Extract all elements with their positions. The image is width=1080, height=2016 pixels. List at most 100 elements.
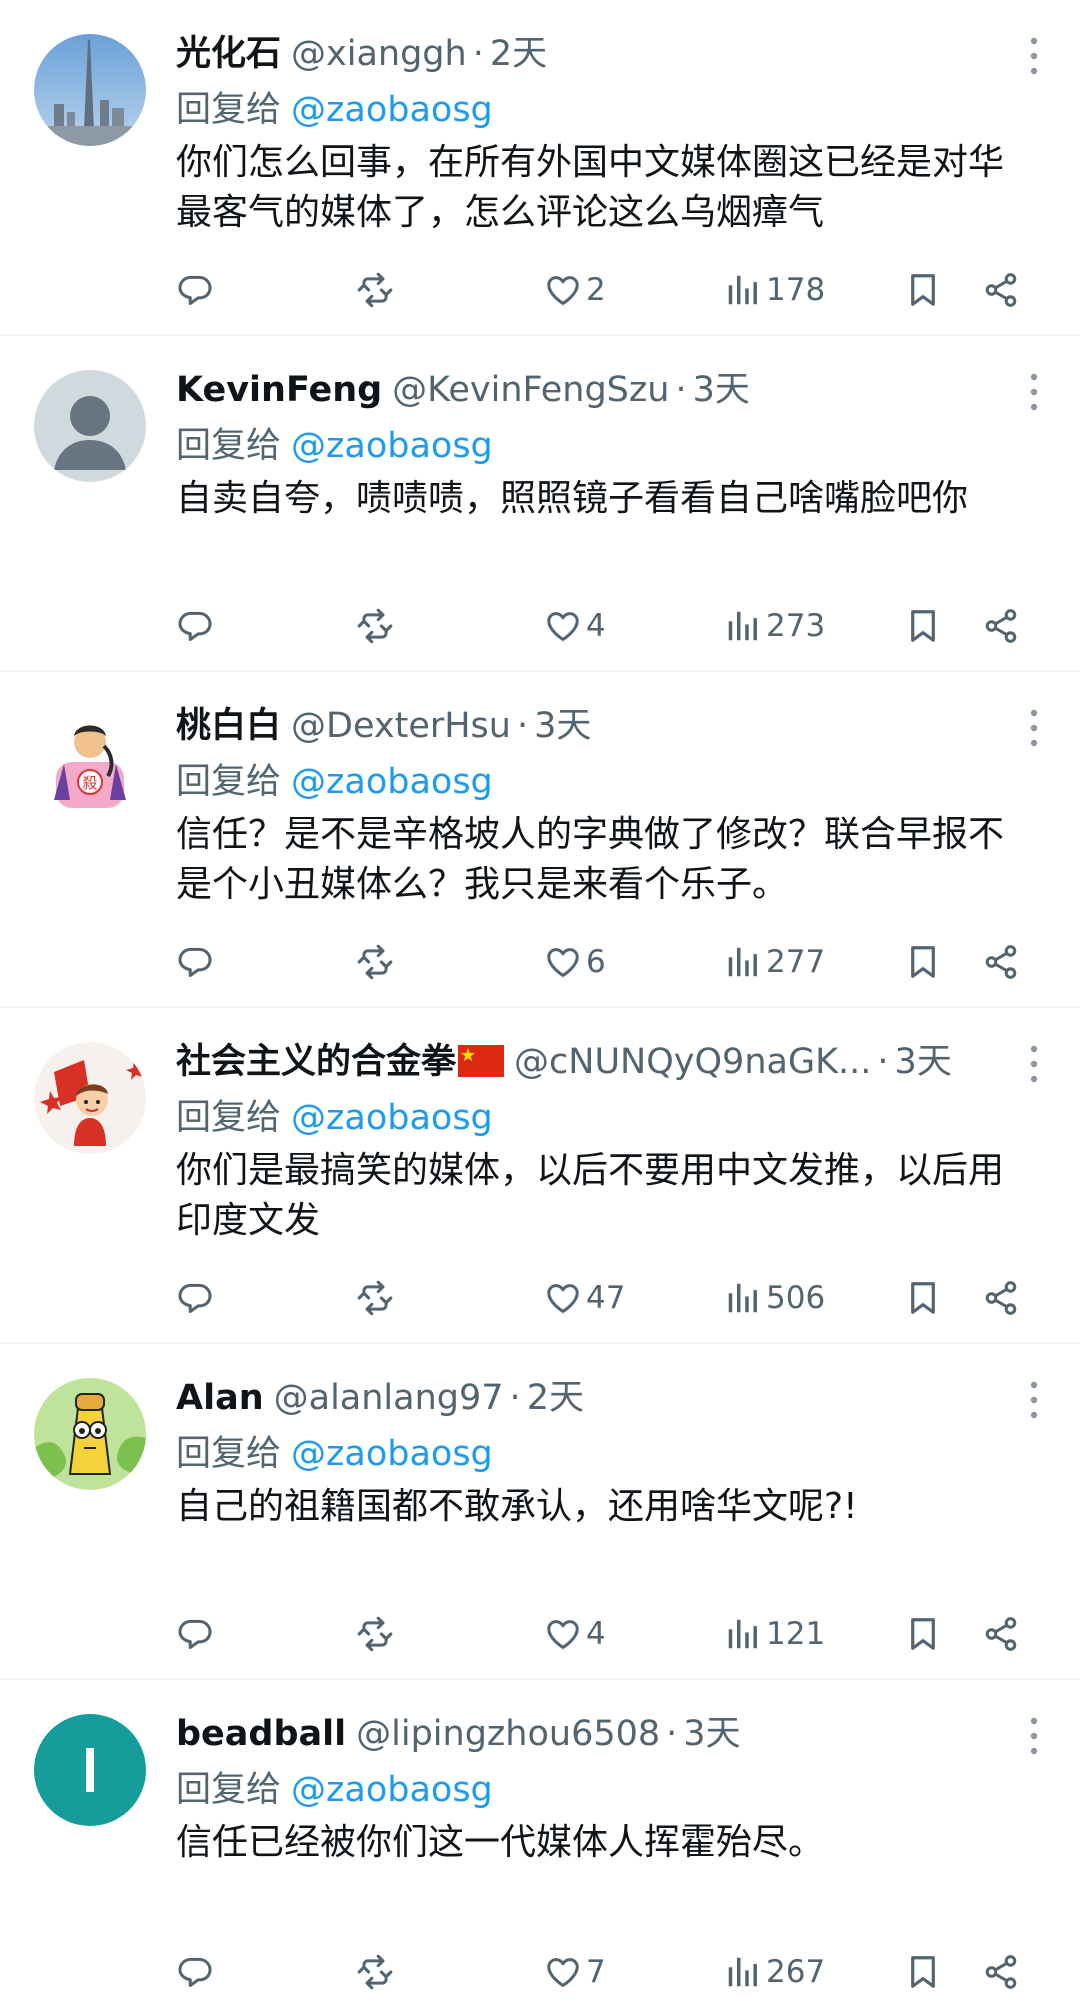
share-button[interactable] (982, 1276, 1020, 1320)
reply-item[interactable]: 社会主义的合金拳 @cNUNQyQ9naGK... · 3天 回复给 @zaobaosg 你… (0, 1008, 1080, 1344)
timestamp[interactable]: 2天 (527, 1378, 584, 1418)
more-options-icon[interactable] (1022, 706, 1046, 750)
retweet-button[interactable] (356, 1276, 394, 1320)
user-handle[interactable]: @cNUNQyQ9naGK... (514, 1042, 871, 1082)
user-handle[interactable]: @KevinFengSzu (392, 370, 669, 410)
action-bar: 6 277 (176, 940, 1046, 984)
like-button[interactable]: 4 (544, 1612, 606, 1656)
view-count: 121 (766, 1616, 826, 1652)
display-name[interactable]: beadball (176, 1714, 346, 1754)
replying-to-mention[interactable]: @zaobaosg (291, 426, 493, 466)
view-count: 178 (766, 272, 826, 308)
timestamp[interactable]: 3天 (534, 706, 591, 746)
retweet-button[interactable] (356, 1612, 394, 1656)
share-button[interactable] (982, 1612, 1020, 1656)
replying-to-mention[interactable]: @zaobaosg (291, 1098, 493, 1138)
like-button[interactable]: 2 (544, 268, 606, 312)
share-button[interactable] (982, 268, 1020, 312)
timestamp[interactable]: 3天 (693, 370, 750, 410)
share-icon (982, 1279, 1020, 1317)
reply-button[interactable] (176, 1276, 214, 1320)
like-count: 47 (586, 1280, 626, 1316)
replying-to-mention[interactable]: @zaobaosg (291, 1770, 493, 1810)
city-skyline-avatar[interactable] (34, 34, 146, 146)
cartoon-kid-flag-avatar[interactable] (34, 1042, 146, 1154)
reply-button[interactable] (176, 940, 214, 984)
user-handle[interactable]: @DexterHsu (291, 706, 511, 746)
reply-text: 自卖自夸，啧啧啧，照照镜子看看自己啥嘴脸吧你 (176, 478, 969, 519)
bookmark-button[interactable] (904, 604, 942, 648)
bookmark-button[interactable] (904, 1950, 942, 1994)
heart-icon (544, 1279, 582, 1317)
replying-to-mention[interactable]: @zaobaosg (291, 762, 493, 802)
default-person-avatar[interactable] (34, 370, 146, 482)
views-button[interactable]: 506 (724, 1276, 825, 1320)
more-options-icon[interactable] (1022, 1714, 1046, 1758)
retweet-button[interactable] (356, 1950, 394, 1994)
cartoon-character-avatar[interactable]: 殺 (34, 706, 146, 818)
retweet-icon (356, 607, 394, 645)
like-button[interactable]: 7 (544, 1950, 606, 1994)
yellow-creature-avatar[interactable] (34, 1378, 146, 1490)
reply-icon (176, 1615, 214, 1653)
display-name[interactable]: 光化石 (176, 34, 281, 74)
like-button[interactable]: 47 (544, 1276, 625, 1320)
more-options-icon[interactable] (1022, 370, 1046, 414)
reply-item[interactable]: 殺桃白白 @DexterHsu · 3天 回复给 @zaobaosg 信任？是不是辛格坡人的… (0, 672, 1080, 1008)
bar-chart-icon (724, 1953, 762, 1991)
reply-button[interactable] (176, 1612, 214, 1656)
more-options-icon[interactable] (1022, 1378, 1046, 1422)
reply-item[interactable]: KevinFeng @KevinFengSzu · 3天 回复给 @zaobaosg 自卖自… (0, 336, 1080, 672)
user-handle[interactable]: @lipingzhou6508 (356, 1714, 660, 1754)
share-button[interactable] (982, 1950, 1020, 1994)
action-bar: 2 178 (176, 268, 1046, 312)
letter-avatar[interactable] (34, 1714, 146, 1826)
reply-button[interactable] (176, 604, 214, 648)
display-name[interactable]: KevinFeng (176, 370, 382, 410)
timestamp[interactable]: 2天 (490, 34, 547, 74)
user-handle[interactable]: @xianggh (291, 34, 467, 74)
like-button[interactable]: 4 (544, 604, 606, 648)
reply-content: 光化石 @xianggh · 2天 回复给 @zaobaosg 你们怎么回事，在所有外国中文… (176, 26, 1010, 238)
views-button[interactable]: 277 (724, 940, 825, 984)
reply-header: KevinFeng @KevinFengSzu · 3天 (176, 362, 1010, 418)
bookmark-icon (904, 943, 942, 981)
bookmark-button[interactable] (904, 268, 942, 312)
bookmark-icon (904, 271, 942, 309)
retweet-icon (356, 1279, 394, 1317)
share-button[interactable] (982, 940, 1020, 984)
reply-button[interactable] (176, 1950, 214, 1994)
heart-icon (544, 1615, 582, 1653)
share-button[interactable] (982, 604, 1020, 648)
reply-item[interactable]: Alan @alanlang97 · 2天 回复给 @zaobaosg 自己的祖籍国都不敢承… (0, 1344, 1080, 1680)
reply-item[interactable]: 光化石 @xianggh · 2天 回复给 @zaobaosg 你们怎么回事，在所有外国中文… (0, 0, 1080, 336)
bookmark-button[interactable] (904, 1276, 942, 1320)
views-button[interactable]: 178 (724, 268, 825, 312)
user-handle[interactable]: @alanlang97 (274, 1378, 504, 1418)
more-options-icon[interactable] (1022, 1042, 1046, 1086)
retweet-button[interactable] (356, 940, 394, 984)
bookmark-button[interactable] (904, 1612, 942, 1656)
like-count: 4 (586, 608, 606, 644)
views-button[interactable]: 273 (724, 604, 825, 648)
retweet-button[interactable] (356, 268, 394, 312)
reply-button[interactable] (176, 268, 214, 312)
replying-to-mention[interactable]: @zaobaosg (291, 90, 493, 130)
share-icon (982, 271, 1020, 309)
like-count: 2 (586, 272, 606, 308)
view-count: 506 (766, 1280, 826, 1316)
more-options-icon[interactable] (1022, 34, 1046, 78)
views-button[interactable]: 121 (724, 1612, 825, 1656)
like-button[interactable]: 6 (544, 940, 606, 984)
retweet-button[interactable] (356, 604, 394, 648)
timestamp[interactable]: 3天 (683, 1714, 740, 1754)
reply-item[interactable]: beadball @lipingzhou6508 · 3天 回复给 @zaobaosg 信任… (0, 1680, 1080, 2016)
display-name[interactable]: Alan (176, 1378, 264, 1418)
timestamp[interactable]: 3天 (895, 1042, 952, 1082)
display-name[interactable]: 桃白白 (176, 706, 281, 746)
bookmark-button[interactable] (904, 940, 942, 984)
views-button[interactable]: 267 (724, 1950, 825, 1994)
display-name[interactable]: 社会主义的合金拳 (176, 1042, 456, 1082)
replying-to-mention[interactable]: @zaobaosg (291, 1434, 493, 1474)
replying-to-label: 回复给 (176, 1770, 282, 1810)
